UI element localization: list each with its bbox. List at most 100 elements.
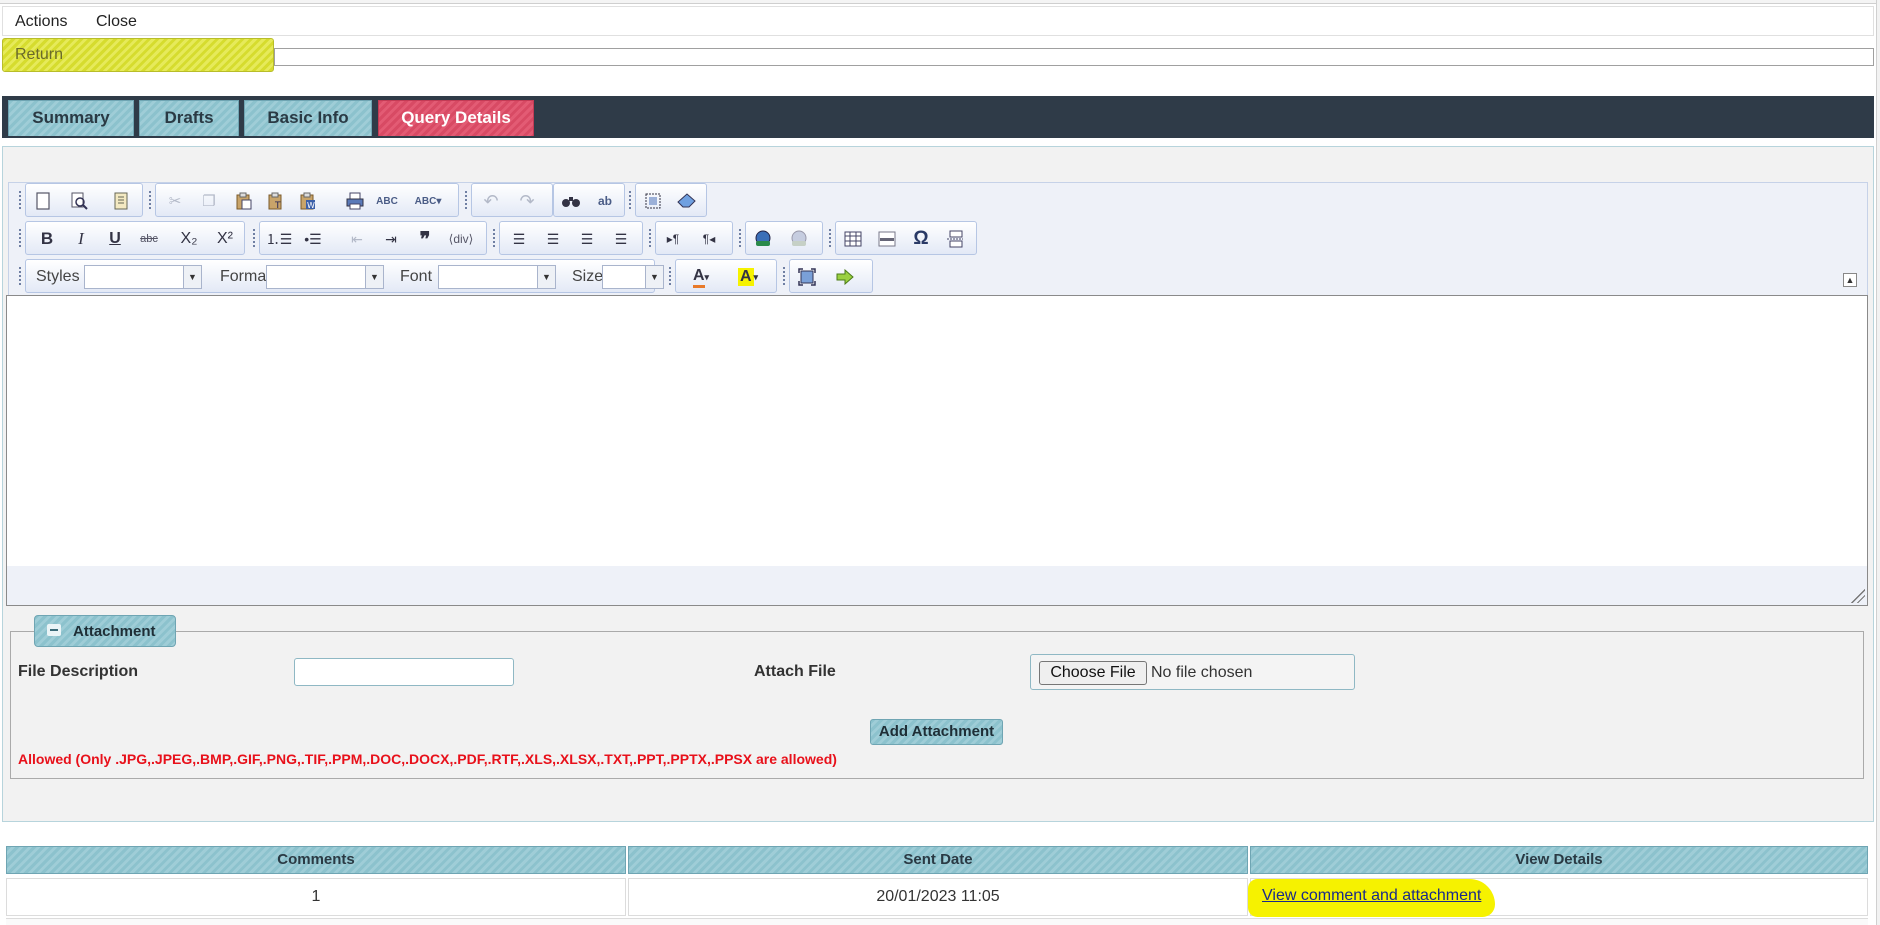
- toolbar-grip[interactable]: [493, 229, 496, 247]
- cut-icon[interactable]: ✂: [164, 190, 186, 212]
- find-icon[interactable]: [560, 190, 582, 212]
- redo-icon[interactable]: ↷: [516, 190, 538, 212]
- link-icon[interactable]: [752, 228, 774, 250]
- tab-basic-info[interactable]: Basic Info: [244, 100, 372, 136]
- chevron-down-icon: ▼: [537, 266, 555, 288]
- toolbar-group-undo: ↶ ↷: [471, 183, 553, 217]
- justify-icon[interactable]: ☰: [610, 228, 632, 250]
- maximize-icon[interactable]: [796, 266, 818, 288]
- toolbar-grip[interactable]: [253, 229, 256, 247]
- toolbar-group-alignment: ☰ ☰ ☰ ☰: [499, 221, 643, 255]
- unlink-icon[interactable]: [788, 228, 810, 250]
- tab-summary[interactable]: Summary: [8, 100, 134, 136]
- blockquote-icon[interactable]: ❞: [414, 228, 436, 251]
- return-button[interactable]: Return: [2, 38, 274, 72]
- show-blocks-icon[interactable]: [834, 266, 856, 288]
- choose-file-button[interactable]: Choose File: [1039, 661, 1147, 685]
- styles-label: Styles: [36, 268, 80, 285]
- toolbar-grip[interactable]: [149, 191, 152, 209]
- underline-icon[interactable]: U: [104, 228, 126, 250]
- menu-actions[interactable]: Actions: [15, 13, 67, 31]
- text-direction-ltr-icon[interactable]: ▸¶: [662, 228, 684, 250]
- print-icon[interactable]: [344, 190, 366, 212]
- column-header-comments[interactable]: Comments: [6, 846, 626, 874]
- column-header-sent-date[interactable]: Sent Date: [628, 846, 1248, 874]
- toolbar-grip[interactable]: [465, 191, 468, 209]
- div-container-icon[interactable]: ⟨div⟩: [449, 228, 474, 250]
- bold-icon[interactable]: B: [36, 228, 58, 250]
- view-comment-and-attachment-link[interactable]: View comment and attachment: [1252, 883, 1492, 913]
- format-select[interactable]: ▼: [266, 265, 384, 289]
- strikethrough-icon[interactable]: abc: [138, 228, 160, 250]
- text-direction-rtl-icon[interactable]: ¶◂: [698, 228, 720, 250]
- italic-icon[interactable]: I: [70, 228, 92, 250]
- spellcheck-icon[interactable]: ABC: [376, 190, 398, 212]
- size-select[interactable]: ▼: [602, 265, 664, 289]
- menu-close[interactable]: Close: [96, 13, 137, 31]
- select-all-icon[interactable]: [642, 190, 664, 212]
- align-left-icon[interactable]: ☰: [508, 228, 530, 250]
- paste-text-icon[interactable]: T: [264, 190, 286, 212]
- tab-query-details[interactable]: Query Details: [378, 100, 534, 136]
- attachment-legend[interactable]: Attachment: [34, 615, 176, 647]
- toolbar-grip[interactable]: [783, 267, 786, 285]
- horizontal-line-icon[interactable]: [876, 228, 898, 250]
- editor-content-area[interactable]: [6, 295, 1868, 567]
- column-header-view-details[interactable]: View Details: [1250, 846, 1868, 874]
- window-scrollbar-edge[interactable]: [1876, 0, 1880, 925]
- superscript-icon[interactable]: X²: [214, 228, 236, 250]
- new-page-icon[interactable]: [32, 190, 54, 212]
- size-label: Size: [572, 268, 604, 285]
- numbered-list-icon[interactable]: ⒈☰: [266, 228, 293, 250]
- toolbar-group-clipboard: ✂ ❐ T W ABC ABC▾: [155, 183, 459, 217]
- add-attachment-button[interactable]: Add Attachment: [870, 719, 1003, 745]
- toolbar-group-find: ab: [553, 183, 625, 217]
- toolbar-grip[interactable]: [19, 267, 22, 285]
- table-icon[interactable]: [842, 228, 864, 250]
- remove-format-icon[interactable]: [676, 190, 698, 212]
- chevron-down-icon: ▼: [183, 266, 201, 288]
- paste-icon[interactable]: [232, 190, 254, 212]
- preview-icon[interactable]: [68, 190, 90, 212]
- templates-icon[interactable]: [110, 190, 132, 212]
- toolbar-collapse-icon[interactable]: ▲: [1843, 273, 1857, 287]
- chevron-down-icon: ▼: [365, 266, 383, 288]
- toolbar-grip[interactable]: [19, 191, 22, 209]
- collapse-minus-icon[interactable]: [47, 624, 61, 636]
- paste-word-icon[interactable]: W: [296, 190, 318, 212]
- resize-handle-icon[interactable]: [1851, 589, 1865, 603]
- toolbar-row-2: B I U abc X₂ X² ⒈☰ •☰ ⇤ ⇥ ❞ ⟨div⟩ ☰ ☰ ☰ …: [17, 221, 1417, 255]
- toolbar-group-direction: ▸¶ ¶◂: [655, 221, 733, 255]
- increase-indent-icon[interactable]: ⇥: [380, 228, 402, 250]
- tab-drafts[interactable]: Drafts: [139, 100, 239, 136]
- text-color-icon[interactable]: A ▾: [684, 266, 718, 288]
- font-select[interactable]: ▼: [438, 265, 556, 289]
- background-color-icon[interactable]: A ▾: [730, 266, 766, 288]
- table-row: [6, 918, 1868, 925]
- subscript-icon[interactable]: X₂: [178, 228, 200, 250]
- toolbar-group-paragraph: ⒈☰ •☰ ⇤ ⇥ ❞ ⟨div⟩: [259, 221, 487, 255]
- align-right-icon[interactable]: ☰: [576, 228, 598, 250]
- toolbar-grip[interactable]: [649, 229, 652, 247]
- undo-icon[interactable]: ↶: [480, 190, 502, 212]
- tab-bar: Summary Drafts Basic Info Query Details: [2, 96, 1874, 138]
- toolbar-grip[interactable]: [669, 267, 672, 285]
- copy-icon[interactable]: ❐: [198, 190, 220, 212]
- attachment-legend-label: Attachment: [73, 623, 156, 640]
- toolbar-grip[interactable]: [829, 229, 832, 247]
- toolbar-row-3: Styles ▼ Format ▼ Font ▼ Size ▼ A ▾ A ▾: [17, 259, 1417, 293]
- editor-status-bar: [6, 566, 1868, 606]
- decrease-indent-icon[interactable]: ⇤: [346, 228, 368, 250]
- align-center-icon[interactable]: ☰: [542, 228, 564, 250]
- bulleted-list-icon[interactable]: •☰: [302, 228, 324, 250]
- special-character-icon[interactable]: Ω: [910, 228, 932, 250]
- replace-icon[interactable]: ab: [594, 190, 616, 212]
- file-chooser[interactable]: Choose File No file chosen: [1030, 654, 1355, 690]
- toolbar-grip[interactable]: [629, 191, 632, 209]
- spellcheck-dropdown-icon[interactable]: ABC▾: [410, 190, 446, 212]
- toolbar-grip[interactable]: [739, 229, 742, 247]
- toolbar-grip[interactable]: [19, 229, 22, 247]
- page-break-icon[interactable]: [944, 228, 966, 250]
- file-description-input[interactable]: [294, 658, 514, 686]
- styles-select[interactable]: ▼: [84, 265, 202, 289]
